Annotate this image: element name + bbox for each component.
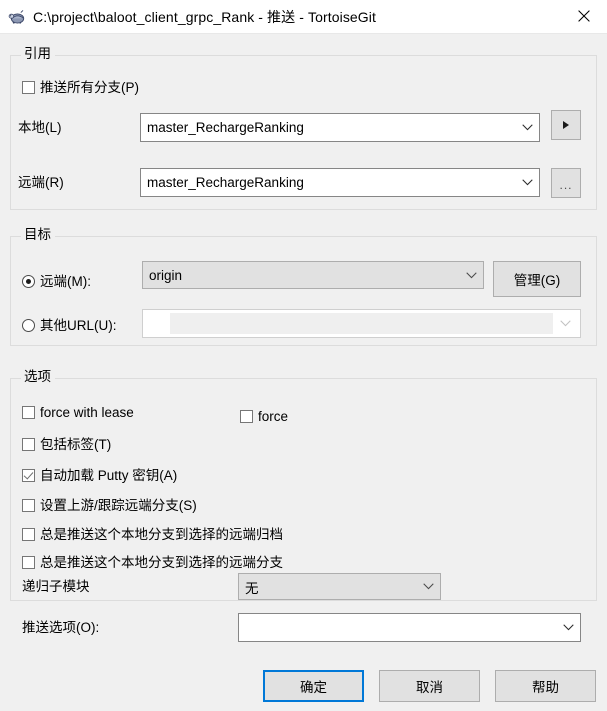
recursive-submodule-value: 无	[245, 580, 259, 596]
local-branch-label: 本地(L)	[18, 120, 62, 135]
other-url-radio-label: 其他URL(U):	[40, 318, 117, 333]
chevron-down-icon	[459, 271, 483, 279]
other-url-radio[interactable]: 其他URL(U):	[22, 318, 117, 333]
title-bar: C:\project\baloot_client_grpc_Rank - 推送 …	[0, 0, 607, 33]
cancel-button-label: 取消	[416, 680, 443, 695]
checkbox-box	[22, 499, 35, 512]
chevron-down-icon	[553, 320, 577, 327]
always-push-to-remote-archive-label: 总是推送这个本地分支到选择的远端归档	[40, 527, 283, 542]
push-all-branches-label: 推送所有分支(P)	[40, 80, 139, 95]
remote-radio[interactable]: 远端(M):	[22, 274, 91, 289]
ok-button-label: 确定	[300, 680, 327, 695]
autoload-putty-key-checkbox[interactable]: 自动加载 Putty 密钥(A)	[22, 468, 177, 483]
radio-box	[22, 275, 35, 288]
checkbox-box	[22, 438, 35, 451]
force-with-lease-label: force with lease	[40, 405, 134, 420]
ok-button[interactable]: 确定	[263, 670, 364, 702]
local-branch-browse-button[interactable]	[551, 110, 581, 140]
push-options-label: 推送选项(O):	[22, 620, 100, 635]
help-button[interactable]: 帮助	[495, 670, 596, 702]
force-checkbox[interactable]: force	[240, 409, 288, 424]
push-dialog: C:\project\baloot_client_grpc_Rank - 推送 …	[0, 0, 607, 711]
close-button[interactable]	[561, 0, 607, 32]
remote-branch-value: master_RechargeRanking	[147, 175, 304, 190]
push-all-branches-checkbox[interactable]: 推送所有分支(P)	[22, 80, 139, 95]
checkbox-box	[240, 410, 253, 423]
set-upstream-checkbox[interactable]: 设置上游/跟踪远端分支(S)	[22, 498, 197, 513]
remote-branch-combobox[interactable]: master_RechargeRanking	[140, 168, 540, 197]
reference-group-title: 引用	[21, 46, 55, 61]
remote-destination-value: origin	[149, 267, 183, 283]
help-button-label: 帮助	[532, 680, 559, 695]
checkbox-box	[22, 556, 35, 569]
checkbox-box	[22, 406, 35, 419]
remote-destination-combobox[interactable]: origin	[142, 261, 484, 289]
force-label: force	[258, 409, 289, 424]
remote-radio-label: 远端(M):	[40, 274, 91, 289]
destination-group-title: 目标	[21, 227, 55, 242]
cancel-button[interactable]: 取消	[379, 670, 480, 702]
chevron-down-icon	[515, 124, 539, 131]
always-push-to-remote-branch-label: 总是推送这个本地分支到选择的远端分支	[40, 555, 283, 570]
window-title: C:\project\baloot_client_grpc_Rank - 推送 …	[33, 8, 376, 25]
other-url-combobox[interactable]	[142, 309, 581, 338]
recursive-submodule-label: 递归子模块	[22, 579, 90, 594]
local-branch-value: master_RechargeRanking	[147, 120, 304, 135]
chevron-down-icon	[556, 624, 580, 631]
title-separator	[0, 33, 607, 34]
radio-box	[22, 319, 35, 332]
chevron-down-icon	[416, 583, 440, 590]
remote-branch-label: 远端(R)	[18, 175, 64, 190]
include-tags-label: 包括标签(T)	[40, 437, 112, 452]
chevron-down-icon	[515, 179, 539, 186]
include-tags-checkbox[interactable]: 包括标签(T)	[22, 437, 111, 452]
ellipsis-icon: ...	[559, 178, 573, 192]
tortoisegit-turtle-icon	[8, 8, 26, 26]
checkbox-box	[22, 81, 35, 94]
close-icon	[578, 10, 590, 22]
options-group-title: 选项	[21, 369, 55, 384]
manage-remotes-button[interactable]: 管理(G)	[493, 261, 581, 297]
checkbox-box	[22, 528, 35, 541]
always-push-to-remote-archive-checkbox[interactable]: 总是推送这个本地分支到选择的远端归档	[22, 527, 283, 542]
checkbox-box	[22, 469, 35, 482]
force-with-lease-checkbox[interactable]: force with lease	[22, 405, 134, 420]
local-branch-combobox[interactable]: master_RechargeRanking	[140, 113, 540, 142]
recursive-submodule-combobox[interactable]: 无	[238, 573, 441, 600]
push-options-combobox[interactable]	[238, 613, 581, 642]
manage-remotes-label: 管理(G)	[513, 273, 561, 288]
always-push-to-remote-branch-checkbox[interactable]: 总是推送这个本地分支到选择的远端分支	[22, 555, 283, 570]
set-upstream-label: 设置上游/跟踪远端分支(S)	[40, 498, 197, 513]
remote-branch-browse-button[interactable]: ...	[551, 168, 581, 198]
autoload-putty-key-label: 自动加载 Putty 密钥(A)	[40, 468, 178, 483]
play-arrow-icon	[563, 121, 569, 129]
other-url-value	[170, 313, 553, 334]
